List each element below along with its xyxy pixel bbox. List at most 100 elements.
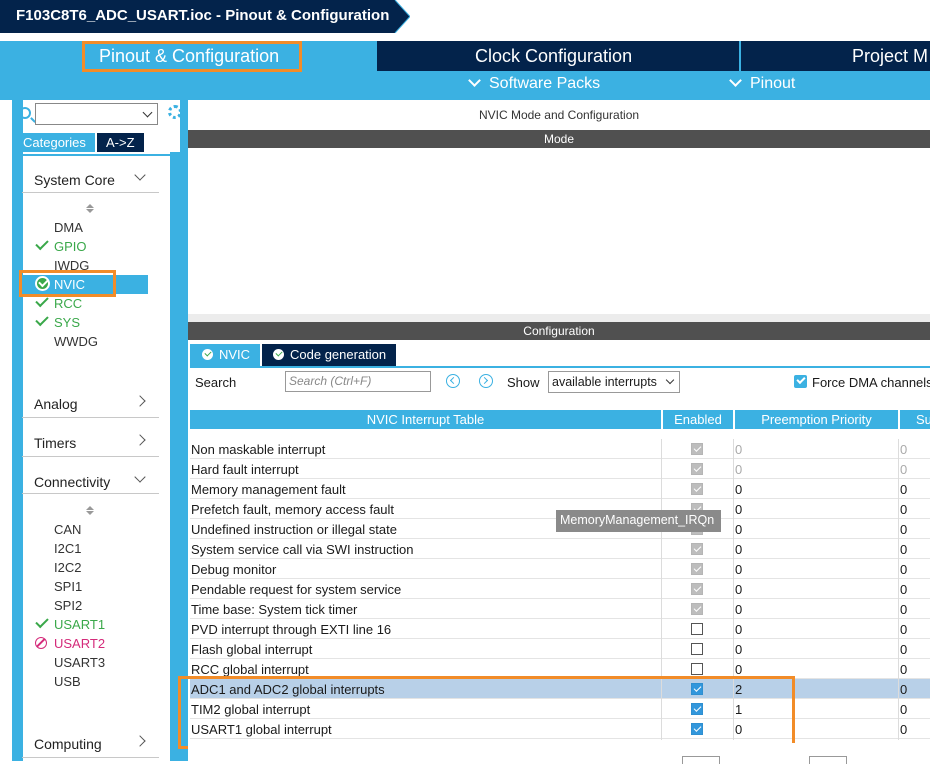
enabled-checkbox[interactable] <box>691 623 703 635</box>
preemption-priority[interactable]: 0 <box>735 542 742 557</box>
tab-code-generation[interactable]: Code generation <box>262 344 396 366</box>
sidebar-item-spi2[interactable]: SPI2 <box>54 598 82 613</box>
check-circle-icon <box>273 349 284 360</box>
footer-control[interactable] <box>682 756 720 764</box>
tab-categories[interactable]: Categories <box>14 133 95 152</box>
tab-nvic[interactable]: NVIC <box>190 344 260 366</box>
sidebar-item-i2c2[interactable]: I2C2 <box>54 560 81 575</box>
interrupt-name: Time base: System tick timer <box>191 602 358 617</box>
previous-match-icon[interactable] <box>446 374 460 388</box>
preemption-priority[interactable]: 0 <box>735 622 742 637</box>
preemption-priority[interactable]: 0 <box>735 462 742 477</box>
enabled-checkbox[interactable] <box>691 463 703 475</box>
interrupt-name: PVD interrupt through EXTI line 16 <box>191 622 392 637</box>
preemption-priority[interactable]: 0 <box>735 642 742 657</box>
preemption-priority[interactable]: 0 <box>735 582 742 597</box>
sub-priority[interactable]: 0 <box>900 622 907 637</box>
sidebar-item-i2c1[interactable]: I2C1 <box>54 541 81 556</box>
pinout-menu[interactable]: Pinout <box>729 74 795 93</box>
sidebar-item-gpio[interactable]: GPIO <box>54 239 87 254</box>
column-header-sub-priority[interactable]: Su <box>900 410 930 429</box>
section-connectivity[interactable]: Connectivity <box>34 474 110 490</box>
disabled-icon <box>35 637 47 649</box>
column-header-preemption[interactable]: Preemption Priority <box>735 410 898 429</box>
preemption-priority[interactable]: 0 <box>735 602 742 617</box>
sidebar-item-usart1[interactable]: USART1 <box>54 617 105 632</box>
tab-code-generation-label: Code generation <box>290 347 387 362</box>
table-row[interactable]: Non maskable interrupt 0 0 <box>190 439 930 459</box>
sub-priority[interactable]: 0 <box>900 722 907 737</box>
table-row[interactable]: Time base: System tick timer 0 0 <box>190 599 930 619</box>
footer-control[interactable] <box>809 756 847 764</box>
category-search-combo[interactable] <box>35 103 158 125</box>
sidebar-item-dma[interactable]: DMA <box>54 220 83 235</box>
sub-priority[interactable]: 0 <box>900 702 907 717</box>
table-row[interactable]: Pendable request for system service 0 0 <box>190 579 930 599</box>
sub-priority[interactable]: 0 <box>900 682 907 697</box>
tab-nvic-label: NVIC <box>219 347 251 362</box>
search-input[interactable]: Search (Ctrl+F) <box>285 371 431 392</box>
column-header-interrupt[interactable]: NVIC Interrupt Table <box>190 410 661 429</box>
sidebar-item-can[interactable]: CAN <box>54 522 81 537</box>
enabled-checkbox[interactable] <box>691 563 703 575</box>
section-analog[interactable]: Analog <box>34 396 78 412</box>
sub-priority[interactable]: 0 <box>900 582 907 597</box>
table-row[interactable]: System service call via SWI instruction 0… <box>190 539 930 559</box>
main-panel-border <box>180 100 188 761</box>
table-row[interactable]: Debug monitor 0 0 <box>190 559 930 579</box>
sub-priority[interactable]: 0 <box>900 462 907 477</box>
highlight-box-nvic <box>19 270 116 297</box>
sub-priority[interactable]: 0 <box>900 502 907 517</box>
tab-project-manager[interactable]: Project M <box>741 41 930 71</box>
next-match-icon[interactable] <box>479 374 493 388</box>
sub-priority[interactable]: 0 <box>900 642 907 657</box>
section-divider <box>22 456 159 457</box>
interrupt-name: Pendable request for system service <box>191 582 402 597</box>
sidebar-item-wwdg[interactable]: WWDG <box>54 334 98 349</box>
enabled-checkbox[interactable] <box>691 443 703 455</box>
enabled-checkbox[interactable] <box>691 643 703 655</box>
highlight-box-enabled-interrupts <box>178 676 795 749</box>
sidebar-item-usart2[interactable]: USART2 <box>54 636 105 651</box>
preemption-priority[interactable]: 0 <box>735 482 742 497</box>
force-dma-checkbox[interactable] <box>794 375 807 388</box>
enabled-checkbox[interactable] <box>691 543 703 555</box>
search-icon[interactable] <box>19 107 31 119</box>
column-header-enabled[interactable]: Enabled <box>663 410 733 429</box>
table-row[interactable]: Memory management fault 0 0 <box>190 479 930 499</box>
table-row[interactable]: PVD interrupt through EXTI line 16 0 0 <box>190 619 930 639</box>
preemption-priority[interactable]: 0 <box>735 442 742 457</box>
preemption-priority[interactable]: 0 <box>735 502 742 517</box>
show-filter-select[interactable]: available interrupts <box>548 371 680 393</box>
sidebar-item-sys[interactable]: SYS <box>54 315 80 330</box>
sub-priority[interactable]: 0 <box>900 662 907 677</box>
sub-priority[interactable]: 0 <box>900 542 907 557</box>
tab-a-z[interactable]: A->Z <box>97 133 144 152</box>
preemption-priority[interactable]: 0 <box>735 522 742 537</box>
table-row[interactable]: Flash global interrupt 0 0 <box>190 639 930 659</box>
tab-project-label: Project M <box>852 46 929 66</box>
sub-priority[interactable]: 0 <box>900 562 907 577</box>
sub-priority[interactable]: 0 <box>900 482 907 497</box>
enabled-checkbox[interactable] <box>691 583 703 595</box>
sidebar-item-spi1[interactable]: SPI1 <box>54 579 82 594</box>
chevron-down-icon <box>468 74 481 87</box>
sub-priority[interactable]: 0 <box>900 522 907 537</box>
preemption-priority[interactable]: 0 <box>735 562 742 577</box>
left-panel-scrollbar[interactable] <box>170 152 180 761</box>
sidebar-item-usart3[interactable]: USART3 <box>54 655 105 670</box>
sub-priority[interactable]: 0 <box>900 602 907 617</box>
sidebar-item-rcc[interactable]: RCC <box>54 296 82 311</box>
sidebar-item-usb[interactable]: USB <box>54 674 81 689</box>
table-row[interactable]: Hard fault interrupt 0 0 <box>190 459 930 479</box>
enabled-checkbox[interactable] <box>691 603 703 615</box>
preemption-priority[interactable]: 0 <box>735 662 742 677</box>
enabled-checkbox[interactable] <box>691 663 703 675</box>
sub-priority[interactable]: 0 <box>900 442 907 457</box>
enabled-checkbox[interactable] <box>691 483 703 495</box>
section-system-core[interactable]: System Core <box>34 172 115 188</box>
tab-clock-configuration[interactable]: Clock Configuration <box>377 41 739 71</box>
software-packs-menu[interactable]: Software Packs <box>468 74 600 93</box>
section-timers[interactable]: Timers <box>34 435 76 451</box>
section-computing[interactable]: Computing <box>34 736 102 752</box>
